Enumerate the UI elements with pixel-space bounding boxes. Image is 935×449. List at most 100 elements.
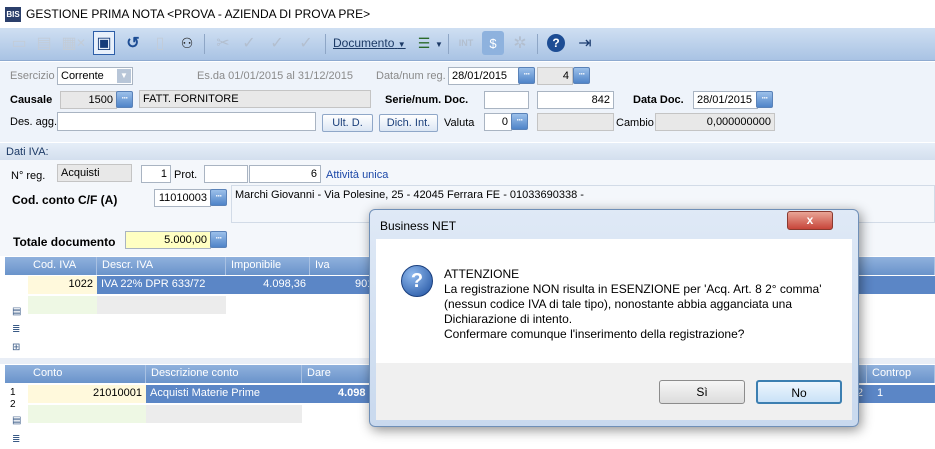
data-doc-field[interactable]: 28/01/2015 <box>693 91 758 109</box>
esercizio-select[interactable]: Corrente ▼ <box>57 67 133 85</box>
list-icon[interactable]: ≣ <box>12 324 24 335</box>
toolbar-separator <box>448 34 449 54</box>
binoculars-icon[interactable]: ⚇ <box>176 31 198 55</box>
valuta-lookup-button[interactable]: ··· <box>511 113 528 130</box>
attivita-label[interactable]: Attività unica <box>326 169 388 181</box>
toolbar-separator <box>537 34 538 54</box>
row-number: 2 <box>10 399 16 410</box>
dialog-title: Business NET <box>380 219 457 233</box>
help-icon[interactable]: ? <box>545 31 567 55</box>
iva-col-cod[interactable]: Cod. IVA <box>28 257 97 275</box>
app-logo: BIS <box>5 7 21 22</box>
list-icon[interactable]: ☰ <box>413 31 435 55</box>
causale-lookup-button[interactable]: ··· <box>116 91 133 108</box>
add-row-icon[interactable]: ▤ <box>12 415 24 426</box>
iva-cell-cod[interactable]: 1022 <box>28 276 97 294</box>
chevron-down-icon: ▼ <box>117 69 131 83</box>
nreg-label: N° reg. <box>11 170 46 182</box>
conti-cell-conto[interactable]: 21010001 <box>28 385 146 403</box>
iva-cell-descr[interactable]: IVA 22% DPR 633/72 <box>97 276 226 294</box>
window-title: GESTIONE PRIMA NOTA <PROVA - AZIENDA DI … <box>26 7 371 21</box>
esercizio-range: Es.da 01/01/2015 al 31/12/2015 <box>197 70 353 82</box>
check-icon[interactable]: ✓ <box>266 31 288 55</box>
conti-col-conto[interactable]: Conto <box>28 365 146 383</box>
exit-icon[interactable]: ⇥ <box>574 31 596 55</box>
delete-icon[interactable]: ✕ <box>70 31 92 55</box>
documento-label: Documento <box>333 36 395 50</box>
dich-int-button[interactable]: Dich. Int. <box>379 114 438 132</box>
des-agg-field[interactable] <box>57 112 316 131</box>
data-doc-picker-button[interactable]: ··· <box>756 91 773 108</box>
esercizio-value: Corrente <box>61 70 104 82</box>
trash-icon[interactable]: ▯ <box>149 31 171 55</box>
serie-doc-field[interactable] <box>484 91 529 109</box>
totale-calc-button[interactable]: ··· <box>210 231 227 248</box>
causale-desc-field: FATT. FORNITORE <box>139 90 371 108</box>
num-doc-field[interactable]: 842 <box>537 91 614 109</box>
chevron-down-icon[interactable]: ▼ <box>435 40 443 49</box>
dollar-icon[interactable]: $ <box>482 31 504 55</box>
conti-col-controp[interactable]: Controp <box>867 365 935 383</box>
yes-button[interactable]: Sì <box>659 380 745 404</box>
conti-cell-conto[interactable] <box>28 405 146 423</box>
des-agg-label: Des. agg. <box>10 116 58 128</box>
causale-code-field[interactable]: 1500 <box>60 91 117 109</box>
conti-cell-controp[interactable]: 1 <box>867 385 935 403</box>
int-icon[interactable]: INT <box>455 31 477 55</box>
undo-icon[interactable]: ↺ <box>122 31 144 55</box>
valuta-field[interactable]: 0 <box>484 113 512 131</box>
check-icon[interactable]: ✓ <box>238 31 260 55</box>
data-doc-label: Data Doc. <box>633 94 684 106</box>
data-reg-field[interactable]: 28/01/2015 <box>448 67 520 85</box>
ult-d-button[interactable]: Ult. D. <box>322 114 373 132</box>
data-reg-picker-button[interactable]: ··· <box>518 67 535 84</box>
no-button[interactable]: No <box>756 380 842 404</box>
new-icon[interactable]: ▭ <box>8 31 30 55</box>
reg-num-field[interactable]: 1 <box>141 165 171 183</box>
dialog-line-1: ATTENZIONE <box>444 267 520 281</box>
causale-label: Causale <box>10 94 53 106</box>
documento-menu[interactable]: Documento ▼ <box>333 36 406 50</box>
scissors-icon[interactable]: ✂ <box>212 31 234 55</box>
cod-conto-desc-text: Marchi Giovanni - Via Polesine, 25 - 420… <box>235 189 584 201</box>
totale-field[interactable]: 5.000,00 <box>125 231 211 249</box>
num-reg-button[interactable]: ··· <box>573 67 590 84</box>
conti-cell-descr[interactable]: Acquisti Materie Prime <box>146 385 302 403</box>
esercizio-label: Esercizio <box>10 70 55 82</box>
cod-conto-field[interactable]: 11010003 <box>154 189 211 207</box>
iva-cell-empty[interactable] <box>28 296 97 314</box>
iva-cell-imponibile[interactable]: 4.098,36 <box>226 276 310 294</box>
dialog-window: Business NET x ? ATTENZIONE La registraz… <box>369 209 859 427</box>
valuta-desc-field <box>537 113 614 131</box>
serie-num-doc-label: Serie/num. Doc. <box>385 94 469 106</box>
prot-field[interactable] <box>204 165 248 183</box>
dialog-close-button[interactable]: x <box>787 211 833 230</box>
iva-col-descr[interactable]: Descr. IVA <box>97 257 226 275</box>
iva-col-imponibile[interactable]: Imponibile <box>226 257 310 275</box>
list-icon[interactable]: ≣ <box>12 434 24 445</box>
prot-label: Prot. <box>174 169 198 181</box>
conti-grid-corner <box>5 365 28 383</box>
chevron-down-icon: ▼ <box>397 40 406 49</box>
dati-iva-title: Dati IVA: <box>6 146 49 158</box>
copy-icon[interactable]: ▤ <box>33 31 55 55</box>
dialog-line-4: Dichiarazione di intento. <box>444 312 573 326</box>
question-icon: ? <box>401 265 433 297</box>
conti-cell-descr[interactable] <box>146 405 302 423</box>
title-bar: BIS GESTIONE PRIMA NOTA <PROVA - AZIENDA… <box>0 0 935 28</box>
dialog-line-2: La registrazione NON risulta in ESENZION… <box>444 282 822 296</box>
data-num-reg-label: Data/num reg. <box>376 70 446 82</box>
row-number: 1 <box>10 387 16 398</box>
iva-cell-empty[interactable] <box>97 296 226 314</box>
gear-icon[interactable]: ✲ <box>509 31 531 55</box>
conti-col-descr[interactable]: Descrizione conto <box>146 365 302 383</box>
totale-label: Totale documento <box>13 235 116 249</box>
toolbar-separator <box>325 34 326 54</box>
save-icon[interactable]: ▣ <box>93 31 115 55</box>
close-icon: x <box>806 213 814 227</box>
cod-conto-lookup-button[interactable]: ··· <box>210 189 227 206</box>
insert-row-icon[interactable]: ⊞ <box>12 342 24 353</box>
add-row-icon[interactable]: ▤ <box>12 306 24 317</box>
prot-num-field[interactable]: 6 <box>249 165 321 183</box>
check-icon[interactable]: ✓ <box>295 31 317 55</box>
